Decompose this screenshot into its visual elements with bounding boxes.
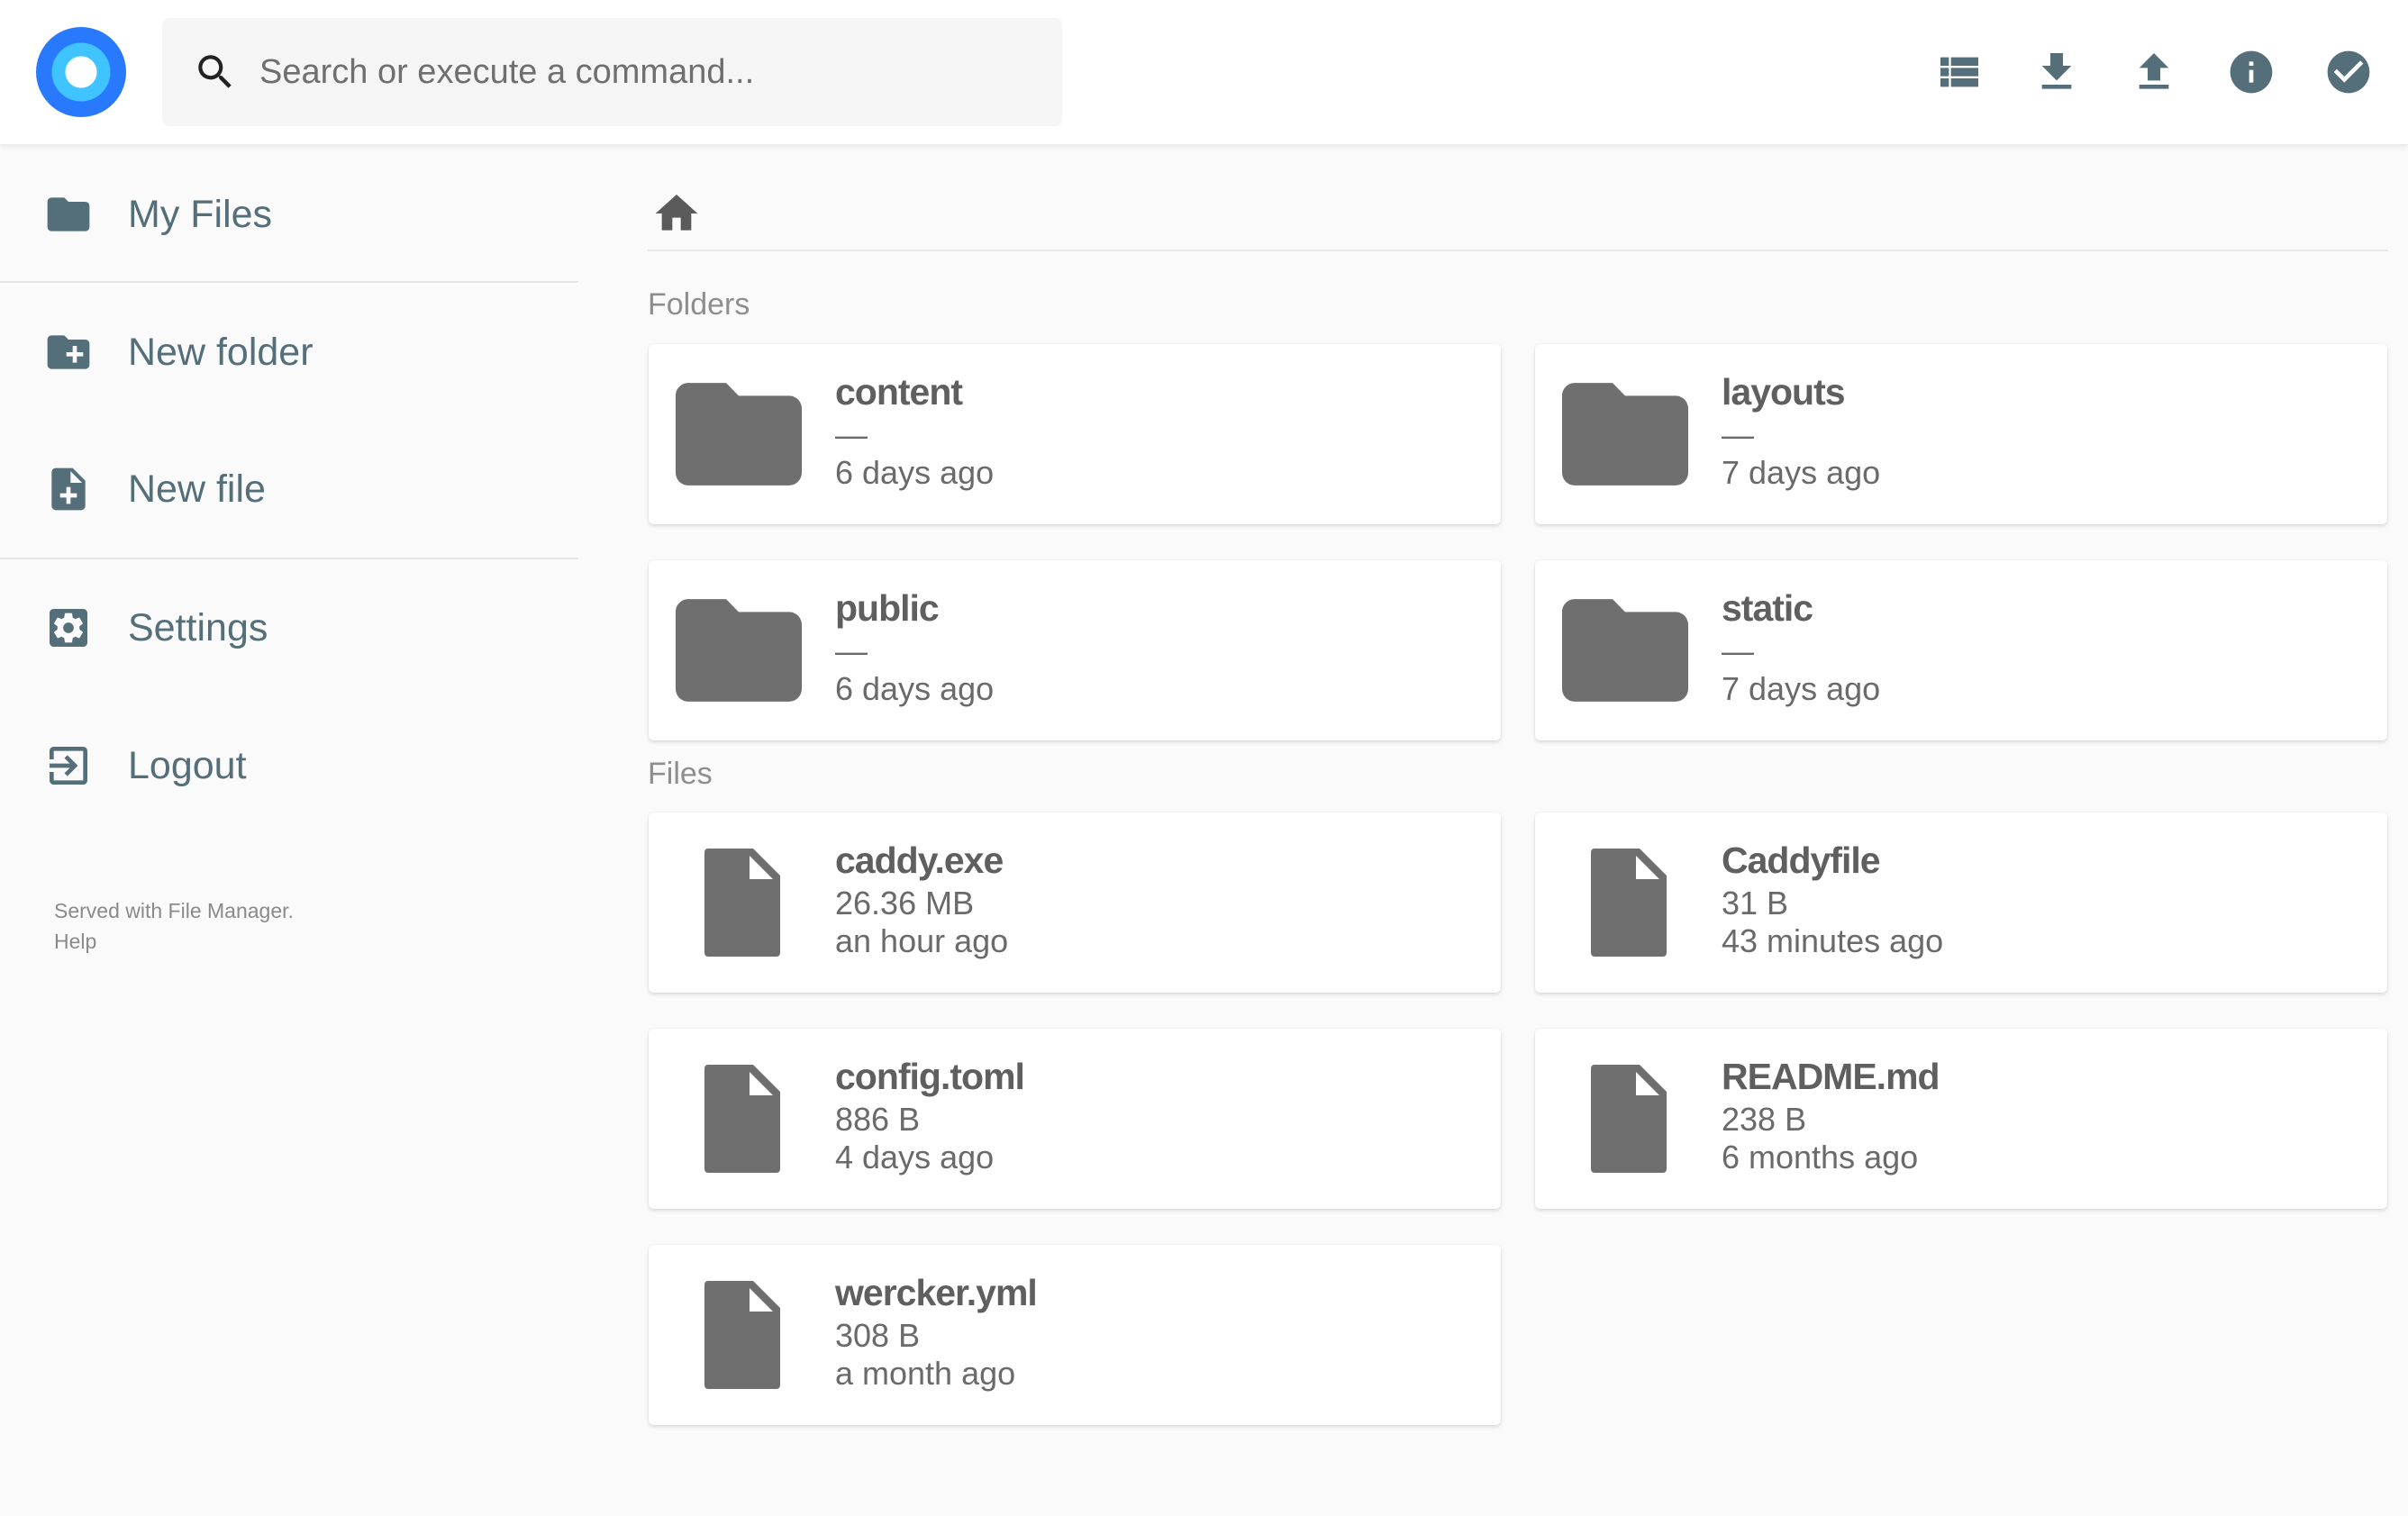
item-size: — (1722, 416, 1754, 453)
file-item-config-toml[interactable]: config.toml 886 B 4 days ago (649, 1029, 1501, 1209)
home-icon[interactable] (651, 188, 702, 239)
file-item-wercker-yml[interactable]: wercker.yml 308 B a month ago (649, 1245, 1501, 1425)
sidebar-credits: Served with File Manager. Help (54, 895, 294, 957)
sidebar-item-new-folder[interactable]: New folder (0, 285, 578, 420)
file-icon (704, 1065, 780, 1173)
item-modified: a month ago (835, 1355, 1016, 1392)
info-icon (2230, 50, 2273, 94)
folder-icon (676, 383, 802, 486)
folder-item-static[interactable]: static — 7 days ago (1535, 560, 2387, 740)
folder-item-public[interactable]: public — 6 days ago (649, 560, 1501, 740)
item-modified: 4 days ago (835, 1139, 995, 1176)
item-size: — (835, 416, 868, 453)
folder-icon (1562, 383, 1688, 486)
file-icon (1591, 1065, 1667, 1173)
item-name: caddy.exe (835, 840, 1004, 881)
file-icon (704, 849, 780, 957)
folder-item-content[interactable]: content — 6 days ago (649, 344, 1501, 524)
item-size: 308 B (835, 1317, 921, 1354)
download-button[interactable] (2008, 25, 2105, 119)
header-bar (0, 0, 2408, 145)
folder-icon (47, 197, 90, 231)
item-name: layouts (1722, 371, 1846, 413)
logout-icon (50, 747, 87, 785)
item-modified: 43 minutes ago (1722, 922, 1944, 959)
item-name: public (835, 587, 940, 629)
sidebar-item-label: New folder (128, 330, 313, 374)
item-name: Caddyfile (1722, 840, 1881, 881)
view-toggle-button[interactable] (1911, 25, 2008, 119)
sidebar-item-label: New file (128, 467, 266, 511)
sidebar-divider (0, 281, 578, 283)
sidebar: My Files New folder New file Settings Lo… (0, 145, 578, 1516)
file-add-icon (51, 468, 86, 511)
sidebar-item-label: Logout (128, 743, 247, 787)
item-modified: an hour ago (835, 922, 1009, 959)
sidebar-item-logout[interactable]: Logout (0, 698, 578, 833)
item-size: 886 B (835, 1101, 921, 1138)
upload-icon (2139, 53, 2169, 89)
item-size: 238 B (1722, 1101, 1807, 1138)
item-name: config.toml (835, 1056, 1025, 1097)
item-size: — (835, 632, 868, 669)
sidebar-item-label: My Files (128, 192, 273, 236)
folder-add-icon (47, 335, 90, 369)
item-name: static (1722, 587, 1813, 629)
item-size: 26.36 MB (835, 885, 975, 921)
folder-icon (1562, 599, 1688, 702)
check-circle-icon (2327, 50, 2370, 94)
item-modified: 7 days ago (1722, 454, 1881, 491)
item-name: content (835, 371, 963, 413)
view-list-icon (1940, 57, 1978, 87)
item-modified: 6 days ago (835, 670, 995, 707)
item-name: wercker.yml (835, 1272, 1038, 1313)
sidebar-item-label: Settings (128, 605, 268, 649)
select-button[interactable] (2300, 25, 2397, 119)
file-icon (1591, 849, 1667, 957)
header-actions (1911, 25, 2408, 119)
info-button[interactable] (2203, 25, 2300, 119)
item-size: — (1722, 632, 1754, 669)
help-link[interactable]: Help (54, 926, 294, 957)
file-icon (704, 1281, 780, 1389)
sidebar-divider (0, 558, 578, 559)
folder-item-layouts[interactable]: layouts — 7 days ago (1535, 344, 2387, 524)
item-modified: 7 days ago (1722, 670, 1881, 707)
search-bar[interactable] (162, 18, 1062, 126)
sidebar-item-my-files[interactable]: My Files (0, 147, 578, 282)
item-modified: 6 months ago (1722, 1139, 1919, 1176)
search-input[interactable] (259, 45, 998, 99)
download-icon (2041, 53, 2072, 89)
search-icon (198, 55, 232, 88)
item-name: README.md (1722, 1056, 1940, 1097)
file-item-caddyfile[interactable]: Caddyfile 31 B 43 minutes ago (1535, 812, 2387, 993)
item-size: 31 B (1722, 885, 1789, 921)
sidebar-item-new-file[interactable]: New file (0, 422, 578, 557)
folders-section-title: Folders (648, 287, 750, 322)
app-logo[interactable] (36, 27, 126, 117)
folder-icon (676, 599, 802, 702)
sidebar-item-settings[interactable]: Settings (0, 560, 578, 695)
settings-icon (50, 609, 87, 647)
served-with-link[interactable]: Served with File Manager. (54, 895, 294, 926)
file-item-readme-md[interactable]: README.md 238 B 6 months ago (1535, 1029, 2387, 1209)
files-section-title: Files (648, 757, 713, 791)
item-modified: 6 days ago (835, 454, 995, 491)
breadcrumb (648, 165, 2388, 251)
file-item-caddy-exe[interactable]: caddy.exe 26.36 MB an hour ago (649, 812, 1501, 993)
upload-button[interactable] (2105, 25, 2203, 119)
